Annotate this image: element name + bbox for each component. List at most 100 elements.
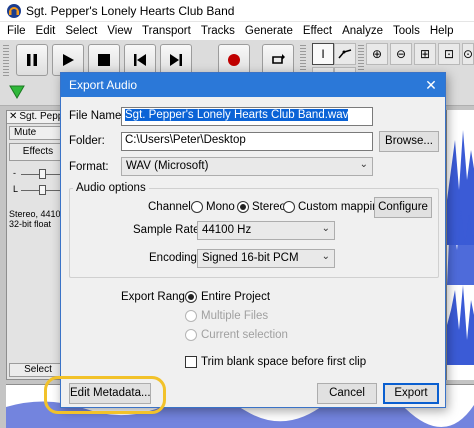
envelope-tool-button[interactable] (334, 43, 356, 65)
zoom-toggle-button[interactable]: ⊙ (462, 43, 474, 65)
encoding-value: Signed 16-bit PCM (202, 252, 299, 264)
sample-rate-select[interactable]: 44100 Hz ⌄ (197, 221, 335, 240)
fit-selection-icon: ⊞ (419, 47, 431, 61)
encoding-select[interactable]: Signed 16-bit PCM ⌄ (197, 249, 335, 268)
menu-analyze[interactable]: Analyze (337, 25, 388, 37)
effects-button[interactable]: Effects (9, 143, 67, 161)
folder-label: Folder: (69, 135, 105, 147)
file-name-label: File Name: (69, 110, 125, 122)
close-icon: ✕ (425, 77, 437, 93)
range-multiple-files-label: Multiple Files (201, 310, 269, 322)
format-value: WAV (Microsoft) (126, 160, 209, 172)
record-icon (228, 54, 240, 66)
fit-project-button[interactable]: ⊡ (438, 43, 460, 65)
mute-button[interactable]: Mute (9, 126, 67, 140)
fit-selection-button[interactable]: ⊞ (414, 43, 436, 65)
range-current-selection-radio (185, 329, 197, 341)
menu-effect[interactable]: Effect (298, 25, 337, 37)
browse-button[interactable]: Browse... (379, 131, 439, 152)
window-title: Sgt. Pepper's Lonely Hearts Club Band (26, 3, 235, 18)
menu-tracks[interactable]: Tracks (196, 25, 240, 37)
pan-slider[interactable]: L (13, 184, 65, 195)
trim-blank-checkbox[interactable] (185, 356, 197, 368)
encoding-label: Encoding (149, 252, 197, 264)
zoom-toggle-icon: ⊙ (462, 47, 474, 61)
fit-project-icon: ⊡ (443, 47, 455, 61)
pause-button[interactable] (16, 44, 48, 76)
zoom-in-button[interactable]: ⊕ (366, 43, 388, 65)
gain-slider-thumb[interactable] (39, 169, 46, 179)
pan-slider-thumb[interactable] (39, 185, 46, 195)
menu-view[interactable]: View (102, 25, 137, 37)
zoom-in-icon: ⊕ (371, 47, 383, 61)
track-bitdepth-info: 32-bit float (9, 219, 52, 229)
channel-custom-mapping-label[interactable]: Custom mapping (298, 201, 385, 213)
menu-edit[interactable]: Edit (31, 25, 61, 37)
menubar: File Edit Select View Transport Tracks G… (0, 22, 474, 40)
selection-tool-icon: I (321, 47, 325, 61)
waveform-right[interactable] (446, 110, 474, 380)
range-entire-project-label[interactable]: Entire Project (201, 291, 270, 303)
close-icon[interactable]: ✕ (9, 111, 17, 122)
track-control-panel: ✕ Sgt. Pepper Mute Effects - L Stereo, 44… (6, 110, 68, 380)
channel-mono-radio[interactable] (191, 201, 203, 213)
chevron-down-icon: ⌄ (321, 251, 330, 262)
file-name-value: Sgt. Pepper's Lonely Hearts Club Band.wa… (125, 109, 349, 121)
menu-transport[interactable]: Transport (137, 25, 196, 37)
export-range-label: Export Range: (121, 291, 195, 303)
channel-mono-label[interactable]: Mono (206, 201, 235, 213)
channel-stereo-label[interactable]: Stereo (252, 201, 286, 213)
menu-tools[interactable]: Tools (388, 25, 425, 37)
dialog-titlebar[interactable]: Export Audio (61, 73, 445, 97)
gain-label: - (13, 168, 16, 178)
sample-rate-label: Sample Rate (133, 224, 200, 236)
menu-help[interactable]: Help (425, 25, 459, 37)
export-button[interactable]: Export (383, 383, 439, 404)
pause-icon (27, 54, 37, 66)
audacity-logo-icon (7, 3, 21, 18)
highlight-annotation (44, 376, 166, 414)
track-name-bar[interactable]: ✕ Sgt. Pepper (7, 111, 67, 124)
gain-slider[interactable]: - (13, 168, 65, 179)
sample-rate-value: 44100 Hz (202, 224, 252, 236)
cancel-button[interactable]: Cancel (317, 383, 377, 404)
track-select-button[interactable]: Select (9, 363, 67, 377)
selection-tool-button[interactable]: I (312, 43, 334, 65)
dialog-title: Export Audio (69, 78, 138, 92)
chevron-down-icon: ⌄ (321, 223, 330, 234)
export-audio-dialog: Export Audio ✕ File Name: Sgt. Pepper's … (60, 72, 446, 408)
range-current-selection-label: Current selection (201, 329, 288, 341)
range-entire-project-radio[interactable] (185, 291, 197, 303)
format-label: Format: (69, 161, 109, 173)
folder-input[interactable]: C:\Users\Peter\Desktop (121, 132, 373, 151)
pan-label: L (13, 184, 19, 194)
chevron-down-icon: ⌄ (359, 159, 368, 170)
folder-value: C:\Users\Peter\Desktop (125, 134, 246, 146)
audio-options-title: Audio options (73, 182, 149, 194)
range-multiple-files-radio (185, 310, 197, 322)
skip-end-icon (170, 54, 182, 66)
channel-stereo-radio[interactable] (237, 201, 249, 213)
play-at-speed-button[interactable] (8, 84, 28, 102)
play-at-speed-icon (9, 85, 25, 99)
zoom-out-icon: ⊖ (395, 47, 407, 61)
menu-file[interactable]: File (2, 25, 31, 37)
track-format-info: Stereo, 44100 (9, 209, 66, 219)
menu-generate[interactable]: Generate (240, 25, 298, 37)
dialog-close-button[interactable]: ✕ (423, 77, 439, 93)
channels-label: Channels (148, 201, 197, 213)
trim-blank-label[interactable]: Trim blank space before first clip (201, 356, 366, 368)
zoom-out-button[interactable]: ⊖ (390, 43, 412, 65)
loop-icon (272, 54, 285, 64)
toolbar-grip[interactable] (3, 44, 9, 76)
format-select[interactable]: WAV (Microsoft) ⌄ (121, 157, 373, 176)
menu-select[interactable]: Select (60, 25, 102, 37)
envelope-tool-icon (338, 49, 352, 59)
play-icon (63, 54, 74, 66)
file-name-input[interactable]: Sgt. Pepper's Lonely Hearts Club Band.wa… (121, 107, 373, 126)
configure-button[interactable]: Configure (374, 197, 432, 218)
waveform (447, 130, 474, 365)
app-titlebar: Sgt. Pepper's Lonely Hearts Club Band (0, 0, 474, 22)
channel-custom-mapping-radio[interactable] (283, 201, 295, 213)
skip-start-icon (134, 54, 146, 66)
